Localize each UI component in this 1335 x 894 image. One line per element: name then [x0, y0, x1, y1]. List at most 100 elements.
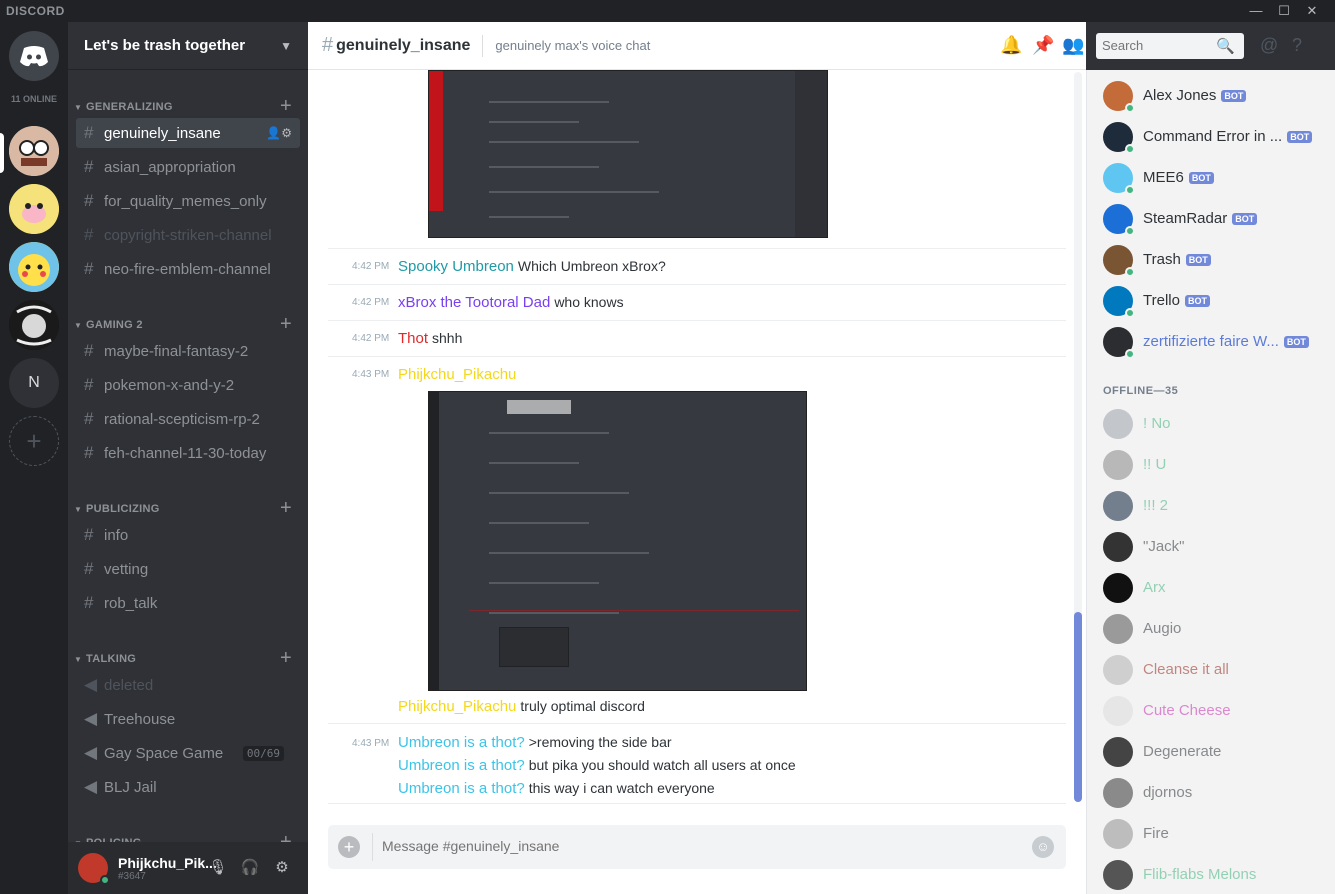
members-icon[interactable]: 👥 [1062, 35, 1084, 56]
locked-hash-icon: # [84, 409, 94, 428]
server-pokemon[interactable] [9, 184, 59, 234]
upload-plus-icon[interactable]: + [338, 836, 360, 858]
headphones-icon[interactable]: 🎧 [240, 858, 260, 878]
member-item[interactable]: Trello BOT [1087, 280, 1335, 321]
locked-hash-icon: # [84, 259, 94, 278]
member-item[interactable]: Flib-flabs Melons [1087, 854, 1335, 894]
bot-badge: BOT [1185, 253, 1211, 266]
locked-hash-icon: # [322, 34, 334, 56]
speaker-icon: ◀ [84, 777, 98, 796]
avatar [1103, 326, 1135, 359]
message-row: 4:42 PM Thot shhh [328, 320, 1066, 356]
member-item[interactable]: "Jack" [1087, 526, 1335, 567]
mention-icon[interactable]: @ [1260, 35, 1278, 56]
message-author[interactable]: Umbreon is a thot? [398, 780, 525, 797]
category-generalizing[interactable]: ▼ GENERALIZING + [74, 95, 292, 118]
emoji-icon[interactable]: ☺ [1032, 836, 1054, 858]
chat-header: # genuinely_insane genuinely max's voice… [308, 22, 1302, 70]
member-item[interactable]: Arx [1087, 567, 1335, 608]
message-text: shhh [432, 330, 463, 346]
member-item[interactable]: SteamRadar BOT [1087, 198, 1335, 239]
username: Phijkchu_Pik... [118, 854, 217, 871]
server-n[interactable]: N [9, 358, 59, 408]
category-publicizing[interactable]: ▼ PUBLICIZING + [74, 497, 292, 520]
voice-channel-deleted[interactable]: ◀ deleted [76, 670, 300, 700]
member-item[interactable]: MEE6 BOT [1087, 157, 1335, 198]
message-author[interactable]: xBrox the Tootoral Dad [398, 294, 550, 311]
category-gaming-2[interactable]: ▼ GAMING 2 + [74, 313, 292, 336]
member-item[interactable]: Command Error in ... BOT [1087, 116, 1335, 157]
channel-info[interactable]: # info [76, 520, 300, 550]
bell-icon[interactable]: 🔔 [1000, 35, 1022, 56]
add-channel-icon[interactable]: + [280, 647, 292, 670]
channel-vetting[interactable]: # vetting [76, 554, 300, 584]
image-attachment[interactable] [428, 70, 828, 238]
channel-pokemon-x-and-y-2[interactable]: # pokemon-x-and-y-2 [76, 370, 300, 400]
close-button[interactable]: ✕ [1298, 2, 1326, 20]
bot-badge: BOT [1232, 212, 1258, 225]
minimize-button[interactable]: — [1242, 2, 1270, 20]
message-author[interactable]: Umbreon is a thot? [398, 734, 525, 751]
channel-feh[interactable]: # feh-channel-11-30-today [76, 438, 300, 468]
scrollbar-thumb[interactable] [1074, 612, 1082, 802]
avatar [1103, 736, 1133, 767]
category-talking[interactable]: ▼ TALKING + [74, 647, 292, 670]
channel-rob-talk[interactable]: # rob_talk [76, 588, 300, 618]
maximize-button[interactable]: ☐ [1270, 2, 1298, 20]
server-pikachu[interactable] [9, 242, 59, 292]
voice-channel-blj-jail[interactable]: ◀ BLJ Jail [76, 772, 300, 802]
image-member-column [795, 71, 827, 237]
avatar [1103, 449, 1133, 480]
add-server-button[interactable]: + [9, 416, 59, 466]
add-channel-icon[interactable]: + [280, 313, 292, 336]
member-item[interactable]: !!! 2 [1087, 485, 1335, 526]
avatar[interactable] [78, 853, 110, 885]
member-item[interactable]: djornos [1087, 772, 1335, 813]
message-author[interactable]: Phijkchu_Pikachu [398, 698, 516, 715]
member-item[interactable]: Fire [1087, 813, 1335, 854]
voice-channel-gay-space-game[interactable]: ◀ Gay Space Game 00/69 [76, 738, 300, 768]
member-item[interactable]: !! U [1087, 444, 1335, 485]
message-author[interactable]: Umbreon is a thot? [398, 757, 525, 774]
server-avenged[interactable] [9, 300, 59, 350]
message-input[interactable] [382, 838, 982, 854]
message-text: truly optimal discord [520, 698, 645, 714]
bot-badge: BOT [1287, 130, 1313, 143]
microphone-icon[interactable]: 🎙 [208, 858, 228, 878]
channel-rational-scepticism[interactable]: # rational-scepticism-rp-2 [76, 404, 300, 434]
voice-channel-treehouse[interactable]: ◀ Treehouse [76, 704, 300, 734]
member-item[interactable]: Augio [1087, 608, 1335, 649]
online-count: 11 ONLINE [10, 94, 57, 104]
channel-copyright-striken[interactable]: # copyright-striken-channel [76, 220, 300, 250]
channel-for-quality-memes-only[interactable]: # for_quality_memes_only [76, 186, 300, 216]
server-trash-together[interactable] [9, 126, 59, 176]
message-text: this way i can watch everyone [528, 780, 715, 796]
member-item[interactable]: Cleanse it all [1087, 649, 1335, 690]
home-button[interactable] [9, 31, 59, 81]
image-attachment[interactable] [428, 391, 807, 691]
member-item[interactable]: zertifizierte faire W... BOT [1087, 321, 1335, 362]
channel-maybe-final-fantasy-2[interactable]: # maybe-final-fantasy-2 [76, 336, 300, 366]
help-icon[interactable]: ? [1292, 35, 1302, 56]
channel-neo-fire-emblem[interactable]: # neo-fire-emblem-channel [76, 254, 300, 284]
message-composer: + ☺ [328, 825, 1066, 869]
channel-settings-icons[interactable]: 👤⚙ [266, 126, 292, 140]
avatar [1103, 244, 1135, 277]
user-settings-gear-icon[interactable]: ⚙ [272, 858, 292, 878]
channel-asian-appropriation[interactable]: # asian_appropriation [76, 152, 300, 182]
pin-icon[interactable]: 📌 [1032, 35, 1054, 56]
member-item[interactable]: ! No [1087, 403, 1335, 444]
message-author[interactable]: Phijkchu_Pikachu [398, 366, 516, 383]
add-channel-icon[interactable]: + [280, 95, 292, 118]
speaker-icon: ◀ [84, 743, 98, 762]
member-item[interactable]: Cute Cheese [1087, 690, 1335, 731]
channel-genuinely-insane[interactable]: # genuinely_insane 👤⚙ [76, 118, 300, 148]
message-author[interactable]: Thot [398, 330, 428, 347]
guild-header[interactable]: Let's be trash together ▼ [68, 22, 308, 70]
member-item[interactable]: Trash BOT [1087, 239, 1335, 280]
message-author[interactable]: Spooky Umbreon [398, 258, 514, 275]
member-item[interactable]: Degenerate [1087, 731, 1335, 772]
bot-badge: BOT [1188, 171, 1214, 184]
member-item[interactable]: Alex Jones BOT [1087, 75, 1335, 116]
add-channel-icon[interactable]: + [280, 497, 292, 520]
